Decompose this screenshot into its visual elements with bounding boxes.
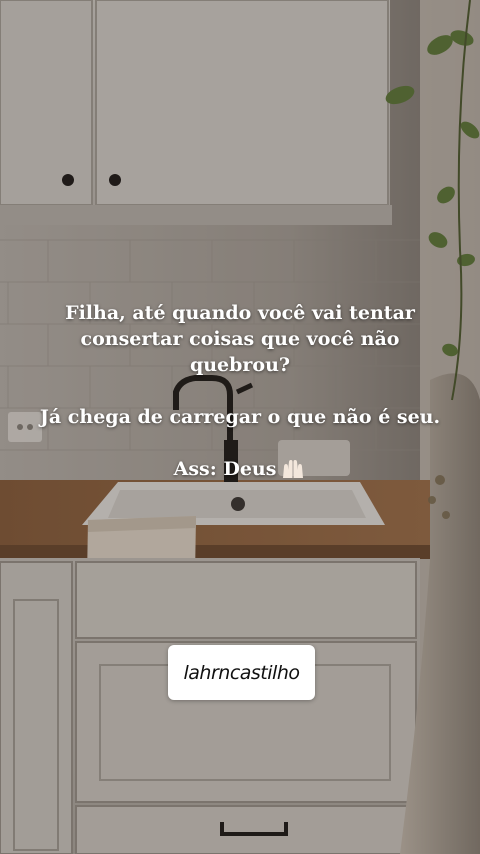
quote-text-block: Filha, até quando você vai tentar conser… <box>20 300 460 482</box>
username-watermark: lahrncastilho <box>168 645 315 700</box>
username-text: lahrncastilho <box>183 661 300 684</box>
raising-hands-icon <box>283 460 304 478</box>
signature-text: Ass: Deus <box>173 458 277 480</box>
quote-line-4: Já chega de carregar o que não é seu. <box>39 406 441 428</box>
quote-line-3: quebrou? <box>189 354 291 376</box>
signature: Ass: Deus <box>174 456 307 482</box>
quote-line-2: consertar coisas que você não <box>80 328 400 350</box>
quote-line-1: Filha, até quando você vai tentar <box>65 302 415 324</box>
